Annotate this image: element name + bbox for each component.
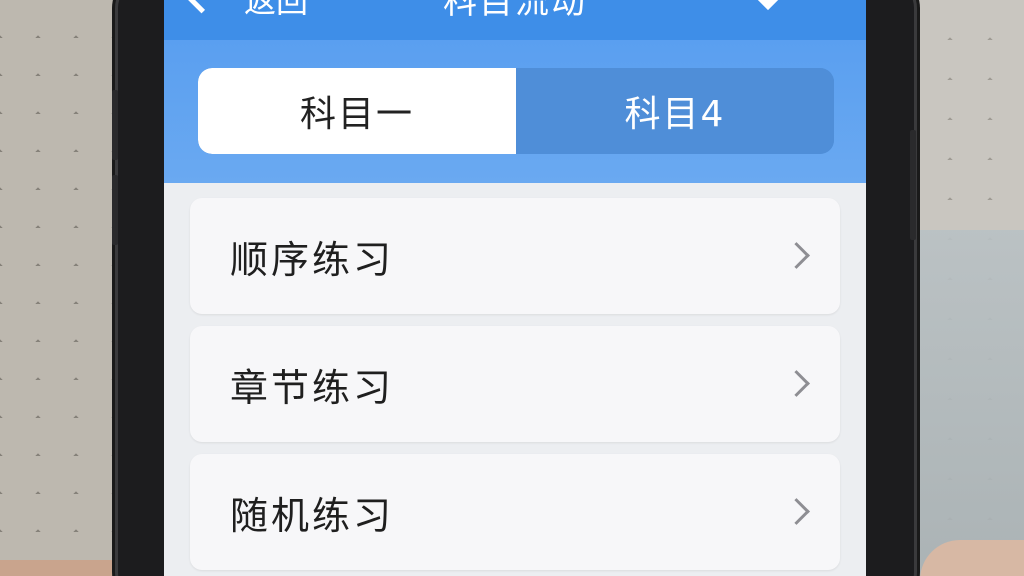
app-screen: 返回 科目流动 科目一 科目4 顺序练习 章节练习 随机练习 bbox=[164, 0, 866, 576]
tab-subject-one[interactable]: 科目一 bbox=[198, 68, 516, 154]
subject-tab-bar: 科目一 科目4 bbox=[164, 40, 866, 183]
tab-subject-four[interactable]: 科目4 bbox=[516, 68, 834, 154]
list-item-random-practice[interactable]: 随机练习 bbox=[190, 454, 840, 570]
subject-segmented-control: 科目一 科目4 bbox=[198, 68, 834, 154]
chevron-right-icon bbox=[783, 498, 810, 525]
photo-backdrop-right-lower bbox=[915, 230, 1024, 576]
chevron-right-icon bbox=[783, 242, 810, 269]
volume-up-button bbox=[112, 90, 118, 160]
power-button bbox=[910, 130, 916, 240]
nav-header: 返回 科目流动 bbox=[164, 0, 866, 40]
chevron-right-icon bbox=[783, 370, 810, 397]
volume-down-button bbox=[112, 175, 118, 245]
practice-list: 顺序练习 章节练习 随机练习 bbox=[190, 198, 840, 576]
list-item-chapter-practice[interactable]: 章节练习 bbox=[190, 326, 840, 442]
list-item-label: 随机练习 bbox=[230, 493, 395, 538]
list-item-label: 章节练习 bbox=[230, 365, 395, 410]
list-item-label: 顺序练习 bbox=[230, 237, 395, 282]
list-item-sequential-practice[interactable]: 顺序练习 bbox=[190, 198, 840, 314]
